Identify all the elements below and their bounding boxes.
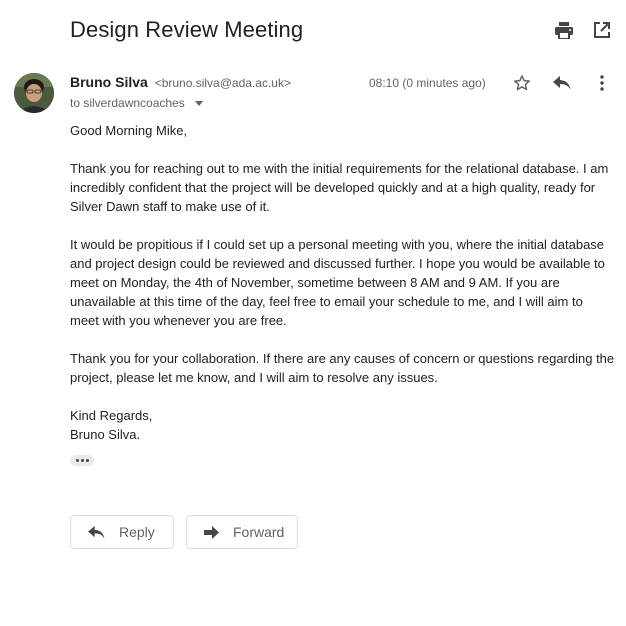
message-actions	[512, 73, 612, 93]
sender-info: Bruno Silva <bruno.silva@ada.ac.uk>	[70, 74, 291, 90]
forward-label: Forward	[233, 524, 285, 540]
body-paragraph-3: Thank you for your collaboration. If the…	[70, 351, 615, 385]
dot	[85, 459, 89, 462]
signature: Bruno Silva.	[70, 427, 141, 442]
print-icon	[555, 21, 573, 39]
closing: Kind Regards,	[70, 408, 153, 423]
forward-icon	[204, 525, 219, 539]
reply-label: Reply	[119, 524, 155, 540]
recipient-text: to silverdawncoaches	[70, 96, 185, 110]
timestamp: 08:10 (0 minutes ago)	[369, 76, 486, 90]
body-paragraph-1: Thank you for reaching out to me with th…	[70, 161, 609, 214]
sender-avatar	[14, 73, 54, 113]
show-trimmed-content-button[interactable]	[70, 455, 94, 466]
dot	[75, 459, 79, 462]
reply-icon	[88, 525, 105, 539]
email-body: Good Morning Mike, Thank you for reachin…	[70, 121, 615, 444]
thread-actions	[554, 20, 612, 40]
email-subject: Design Review Meeting	[70, 17, 304, 42]
forward-button[interactable]: Forward	[186, 515, 298, 549]
star-button[interactable]	[512, 73, 532, 93]
more-options-button[interactable]	[592, 73, 612, 93]
dot	[80, 459, 84, 462]
reply-button[interactable]: Reply	[70, 515, 174, 549]
open-in-new-window-icon	[594, 22, 610, 38]
print-button[interactable]	[554, 20, 574, 40]
chevron-down-icon	[194, 101, 203, 106]
star-outline-icon	[514, 75, 530, 91]
open-in-new-window-button[interactable]	[592, 20, 612, 40]
reply-icon-button[interactable]	[552, 73, 572, 93]
recipient-details[interactable]: to silverdawncoaches	[70, 96, 203, 110]
greeting: Good Morning Mike,	[70, 123, 188, 138]
more-vertical-icon	[600, 75, 604, 91]
reply-icon	[553, 76, 571, 90]
body-paragraph-2: It would be propitious if I could set up…	[70, 237, 605, 328]
sender-name[interactable]: Bruno Silva	[70, 74, 148, 90]
sender-email: <bruno.silva@ada.ac.uk>	[154, 76, 291, 90]
